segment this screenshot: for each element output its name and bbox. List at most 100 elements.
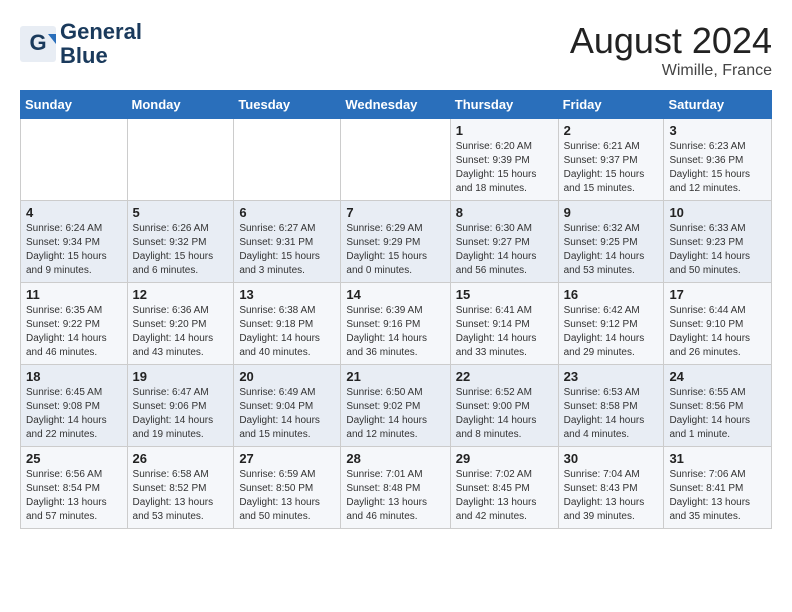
day-number: 3 [669,123,766,138]
day-info: Sunrise: 6:59 AMSunset: 8:50 PMDaylight:… [239,468,335,524]
day-info: Sunrise: 6:23 AMSunset: 9:36 PMDaylight:… [669,140,766,196]
day-info: Sunrise: 6:35 AMSunset: 9:22 PMDaylight:… [26,304,122,360]
logo: G General Blue [20,20,142,68]
logo-text: General Blue [60,20,142,68]
weekday-header-monday: Monday [127,91,234,119]
weekday-header-saturday: Saturday [664,91,772,119]
day-info: Sunrise: 6:24 AMSunset: 9:34 PMDaylight:… [26,222,122,278]
day-number: 23 [564,369,659,384]
calendar-cell [234,119,341,201]
day-info: Sunrise: 6:32 AMSunset: 9:25 PMDaylight:… [564,222,659,278]
day-number: 13 [239,287,335,302]
day-number: 20 [239,369,335,384]
day-number: 31 [669,451,766,466]
calendar-week-row: 11 Sunrise: 6:35 AMSunset: 9:22 PMDayligh… [21,283,772,365]
day-info: Sunrise: 6:50 AMSunset: 9:02 PMDaylight:… [346,386,444,442]
day-info: Sunrise: 6:38 AMSunset: 9:18 PMDaylight:… [239,304,335,360]
calendar-cell: 20 Sunrise: 6:49 AMSunset: 9:04 PMDayligh… [234,365,341,447]
day-number: 30 [564,451,659,466]
day-number: 9 [564,205,659,220]
calendar-cell: 14 Sunrise: 6:39 AMSunset: 9:16 PMDayligh… [341,283,450,365]
day-number: 11 [26,287,122,302]
day-number: 6 [239,205,335,220]
calendar-cell: 25Sunrise: 6:56 AMSunset: 8:54 PMDayligh… [21,447,128,529]
day-number: 29 [456,451,553,466]
day-info: Sunrise: 6:29 AMSunset: 9:29 PMDaylight:… [346,222,444,278]
day-number: 2 [564,123,659,138]
calendar-cell: 21 Sunrise: 6:50 AMSunset: 9:02 PMDayligh… [341,365,450,447]
day-info: Sunrise: 7:02 AMSunset: 8:45 PMDaylight:… [456,468,553,524]
day-info: Sunrise: 6:41 AMSunset: 9:14 PMDaylight:… [456,304,553,360]
day-number: 8 [456,205,553,220]
calendar-cell [127,119,234,201]
day-info: Sunrise: 7:04 AMSunset: 8:43 PMDaylight:… [564,468,659,524]
calendar-week-row: 1Sunrise: 6:20 AMSunset: 9:39 PMDaylight… [21,119,772,201]
calendar-cell: 11 Sunrise: 6:35 AMSunset: 9:22 PMDayligh… [21,283,128,365]
calendar-cell: 16Sunrise: 6:42 AMSunset: 9:12 PMDayligh… [558,283,664,365]
calendar-cell: 7Sunrise: 6:29 AMSunset: 9:29 PMDaylight… [341,201,450,283]
day-info: Sunrise: 6:26 AMSunset: 9:32 PMDaylight:… [133,222,229,278]
weekday-header-tuesday: Tuesday [234,91,341,119]
calendar-cell: 15 Sunrise: 6:41 AMSunset: 9:14 PMDayligh… [450,283,558,365]
day-number: 25 [26,451,122,466]
day-number: 16 [564,287,659,302]
day-info: Sunrise: 6:58 AMSunset: 8:52 PMDaylight:… [133,468,229,524]
calendar-cell: 17Sunrise: 6:44 AMSunset: 9:10 PMDayligh… [664,283,772,365]
calendar-cell: 28 Sunrise: 7:01 AMSunset: 8:48 PMDayligh… [341,447,450,529]
day-number: 19 [133,369,229,384]
day-info: Sunrise: 7:01 AMSunset: 8:48 PMDaylight:… [346,468,444,524]
day-info: Sunrise: 6:21 AMSunset: 9:37 PMDaylight:… [564,140,659,196]
day-info: Sunrise: 6:52 AMSunset: 9:00 PMDaylight:… [456,386,553,442]
day-info: Sunrise: 7:06 AMSunset: 8:41 PMDaylight:… [669,468,766,524]
calendar-cell: 13 Sunrise: 6:38 AMSunset: 9:18 PMDayligh… [234,283,341,365]
page-header: G General Blue August 2024 Wimille, Fran… [20,20,772,80]
day-number: 28 [346,451,444,466]
day-number: 10 [669,205,766,220]
calendar-cell: 19 Sunrise: 6:47 AMSunset: 9:06 PMDayligh… [127,365,234,447]
calendar-cell: 30 Sunrise: 7:04 AMSunset: 8:43 PMDayligh… [558,447,664,529]
day-number: 5 [133,205,229,220]
day-info: Sunrise: 6:53 AMSunset: 8:58 PMDaylight:… [564,386,659,442]
day-number: 15 [456,287,553,302]
calendar-cell: 18Sunrise: 6:45 AMSunset: 9:08 PMDayligh… [21,365,128,447]
weekday-header-thursday: Thursday [450,91,558,119]
weekday-header-friday: Friday [558,91,664,119]
day-info: Sunrise: 6:49 AMSunset: 9:04 PMDaylight:… [239,386,335,442]
calendar-week-row: 18Sunrise: 6:45 AMSunset: 9:08 PMDayligh… [21,365,772,447]
calendar-cell: 26 Sunrise: 6:58 AMSunset: 8:52 PMDayligh… [127,447,234,529]
day-number: 12 [133,287,229,302]
day-number: 18 [26,369,122,384]
day-number: 26 [133,451,229,466]
calendar-cell: 27 Sunrise: 6:59 AMSunset: 8:50 PMDayligh… [234,447,341,529]
day-number: 21 [346,369,444,384]
calendar-cell: 22 Sunrise: 6:52 AMSunset: 9:00 PMDayligh… [450,365,558,447]
day-number: 17 [669,287,766,302]
calendar-cell: 12Sunrise: 6:36 AMSunset: 9:20 PMDayligh… [127,283,234,365]
day-info: Sunrise: 6:30 AMSunset: 9:27 PMDaylight:… [456,222,553,278]
weekday-header-sunday: Sunday [21,91,128,119]
svg-text:G: G [29,30,46,55]
calendar-cell: 3 Sunrise: 6:23 AMSunset: 9:36 PMDaylight… [664,119,772,201]
day-number: 14 [346,287,444,302]
month-year: August 2024 [570,20,772,62]
day-info: Sunrise: 6:27 AMSunset: 9:31 PMDaylight:… [239,222,335,278]
calendar-cell: 8 Sunrise: 6:30 AMSunset: 9:27 PMDaylight… [450,201,558,283]
calendar-cell: 1Sunrise: 6:20 AMSunset: 9:39 PMDaylight… [450,119,558,201]
day-number: 27 [239,451,335,466]
calendar-cell [21,119,128,201]
day-number: 1 [456,123,553,138]
day-info: Sunrise: 6:39 AMSunset: 9:16 PMDaylight:… [346,304,444,360]
calendar-cell: 6 Sunrise: 6:27 AMSunset: 9:31 PMDaylight… [234,201,341,283]
day-info: Sunrise: 6:47 AMSunset: 9:06 PMDaylight:… [133,386,229,442]
day-info: Sunrise: 6:55 AMSunset: 8:56 PMDaylight:… [669,386,766,442]
calendar-cell: 24Sunrise: 6:55 AMSunset: 8:56 PMDayligh… [664,365,772,447]
calendar-cell: 4Sunrise: 6:24 AMSunset: 9:34 PMDaylight… [21,201,128,283]
calendar-cell: 5 Sunrise: 6:26 AMSunset: 9:32 PMDaylight… [127,201,234,283]
day-info: Sunrise: 6:33 AMSunset: 9:23 PMDaylight:… [669,222,766,278]
day-number: 22 [456,369,553,384]
weekday-header-wednesday: Wednesday [341,91,450,119]
calendar-cell: 2 Sunrise: 6:21 AMSunset: 9:37 PMDaylight… [558,119,664,201]
logo-icon: G [20,26,56,62]
calendar-table: SundayMondayTuesdayWednesdayThursdayFrid… [20,90,772,529]
title-area: August 2024 Wimille, France [570,20,772,80]
